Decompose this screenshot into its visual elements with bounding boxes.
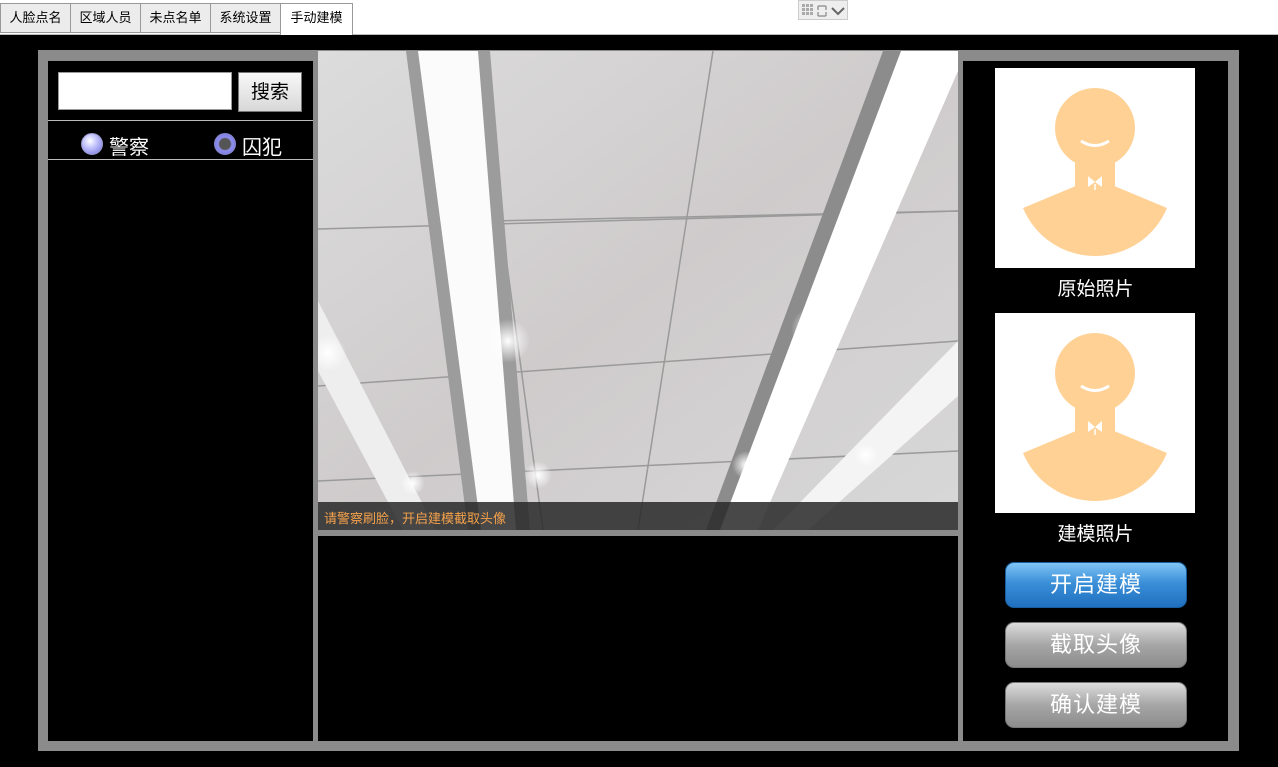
divider: [48, 120, 313, 121]
main-frame: 搜索 警察 囚犯 请警察刷脸，开启建模截取头像 原始照片 建模照片 开启建模 截…: [38, 50, 1239, 751]
capture-avatar-button[interactable]: 截取头像: [1005, 622, 1187, 668]
result-panel: [318, 536, 958, 741]
camera-caption: 请警察刷脸，开启建模截取头像: [324, 512, 507, 527]
avatar-placeholder-icon: [1023, 88, 1167, 256]
model-photo: [995, 313, 1195, 513]
tab-bar: 人脸点名 区域人员 未点名单 系统设置 手动建模: [0, 0, 1278, 35]
window-controls[interactable]: [798, 0, 848, 20]
camera-caption-bar: 请警察刷脸，开启建模截取头像: [318, 502, 958, 530]
radio-prisoner-label: 囚犯: [242, 135, 282, 159]
confirm-modeling-button[interactable]: 确认建模: [1005, 682, 1187, 728]
start-modeling-button[interactable]: 开启建模: [1005, 562, 1187, 608]
camera-view: 请警察刷脸，开启建模截取头像: [318, 51, 958, 530]
tab-unchecked-list[interactable]: 未点名单: [140, 3, 211, 33]
avatar-placeholder-icon: [1023, 333, 1167, 501]
tab-face-rollcall[interactable]: 人脸点名: [0, 3, 71, 33]
divider: [48, 159, 313, 160]
radio-police-dot[interactable]: [81, 133, 103, 155]
model-photo-label: 建模照片: [1057, 523, 1134, 545]
tab-settings[interactable]: 系统设置: [210, 3, 281, 33]
camera-feed-image: [318, 51, 958, 530]
left-panel: 搜索 警察 囚犯: [48, 61, 313, 741]
tab-manual-modeling[interactable]: 手动建模: [280, 3, 353, 35]
search-input[interactable]: [58, 72, 232, 110]
search-button[interactable]: 搜索: [238, 72, 302, 112]
radio-police-label: 警察: [109, 135, 149, 159]
original-photo-label: 原始照片: [1057, 278, 1134, 300]
right-panel: 原始照片 建模照片 开启建模 截取头像 确认建模: [963, 61, 1228, 741]
original-photo: [995, 68, 1195, 268]
radio-prisoner-dot[interactable]: [214, 133, 236, 155]
tab-area-personnel[interactable]: 区域人员: [70, 3, 141, 33]
grid-expand-chevron-icon: [802, 4, 845, 17]
